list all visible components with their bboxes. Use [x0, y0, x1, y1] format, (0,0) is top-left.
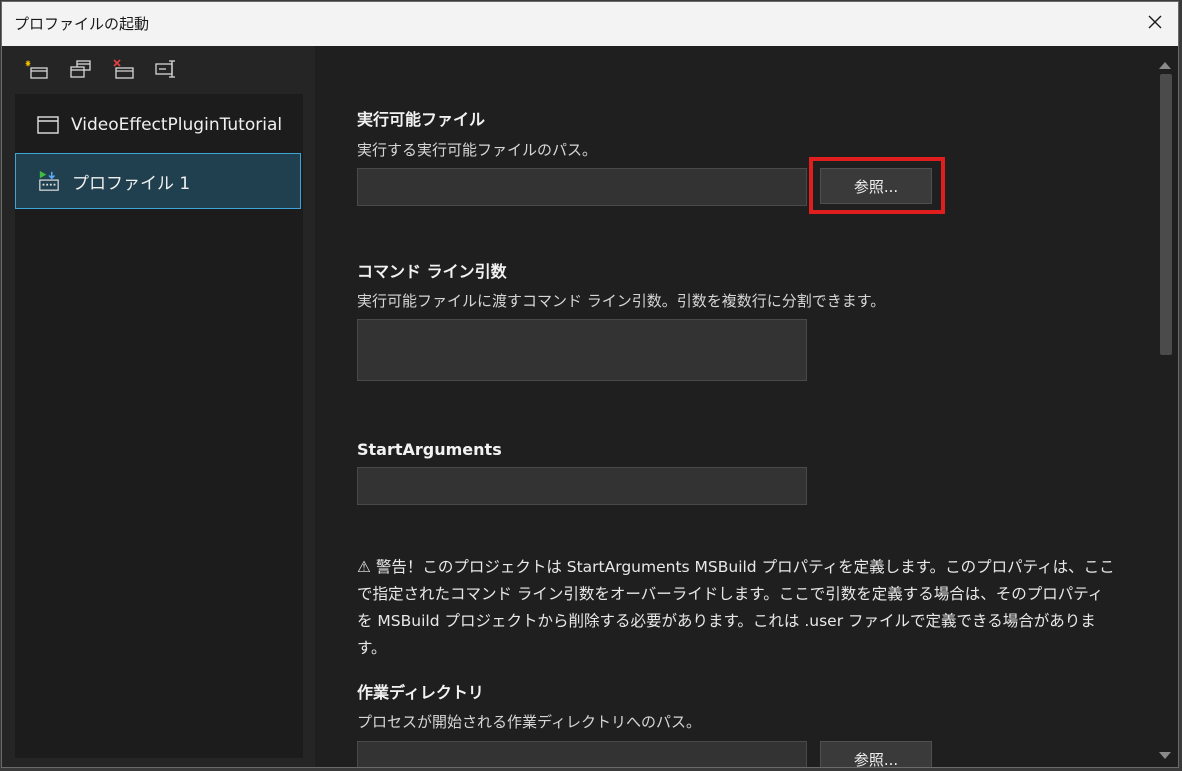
title-bar: プロファイルの起動 [2, 2, 1178, 46]
executable-title: 実行可能ファイル [357, 110, 486, 129]
command-line-title: コマンド ライン引数 [357, 262, 507, 281]
vertical-scrollbar[interactable] [1153, 46, 1178, 767]
rename-profile-button[interactable] [151, 58, 181, 84]
profile-item-label: VideoEffectPluginTutorial [71, 115, 283, 135]
duplicate-profile-button[interactable] [65, 58, 95, 84]
window-icon [37, 114, 59, 136]
msbuild-warning: ⚠ 警告！このプロジェクトは StartArguments MSBuild プロ… [357, 558, 1115, 657]
delete-profile-icon [111, 58, 135, 84]
delete-profile-button[interactable] [108, 58, 138, 84]
scroll-down-icon[interactable] [1159, 752, 1171, 759]
new-profile-icon [25, 58, 49, 84]
working-directory-browse-button[interactable]: 参照... [820, 741, 932, 767]
profile-list: VideoEffectPluginTutorial プロファイル 1 [15, 94, 303, 758]
profile-item-label: プロファイル 1 [72, 173, 191, 194]
working-directory-description: プロセスが開始される作業ディレクトリへのパス。 [357, 713, 701, 731]
close-icon [1147, 14, 1163, 34]
profile-launch-icon [38, 170, 60, 192]
profiles-toolbar [22, 58, 181, 84]
executable-path-input[interactable] [357, 168, 807, 206]
working-directory-input[interactable] [357, 741, 807, 767]
duplicate-profile-icon [68, 58, 92, 84]
start-arguments-title: StartArguments [357, 440, 502, 459]
window-title: プロファイルの起動 [14, 15, 150, 33]
profile-item-profile-1[interactable]: プロファイル 1 [15, 153, 301, 209]
new-profile-button[interactable] [22, 58, 52, 84]
close-button[interactable] [1132, 2, 1178, 46]
working-directory-title: 作業ディレクトリ [357, 683, 484, 702]
profile-settings-pane: 実行可能ファイル 実行する実行可能ファイルのパス。 参照... コマンド ライン… [315, 46, 1153, 767]
launch-profiles-dialog: プロファイルの起動 VideoEffectPluginTutorial プロファ… [1, 1, 1179, 768]
profile-item-videoeffectplugintutorial[interactable]: VideoEffectPluginTutorial [15, 97, 301, 153]
executable-description: 実行する実行可能ファイルのパス。 [357, 141, 598, 159]
scroll-up-icon[interactable] [1159, 62, 1171, 69]
start-arguments-input[interactable] [357, 467, 807, 505]
command-line-arguments-input[interactable] [357, 319, 807, 381]
command-line-description: 実行可能ファイルに渡すコマンド ライン引数。引数を複数行に分割できます。 [357, 292, 886, 310]
scrollbar-thumb[interactable] [1160, 74, 1172, 355]
executable-browse-button[interactable]: 参照... [820, 168, 932, 204]
profiles-pane: VideoEffectPluginTutorial プロファイル 1 [2, 46, 315, 767]
rename-profile-icon [154, 58, 178, 84]
